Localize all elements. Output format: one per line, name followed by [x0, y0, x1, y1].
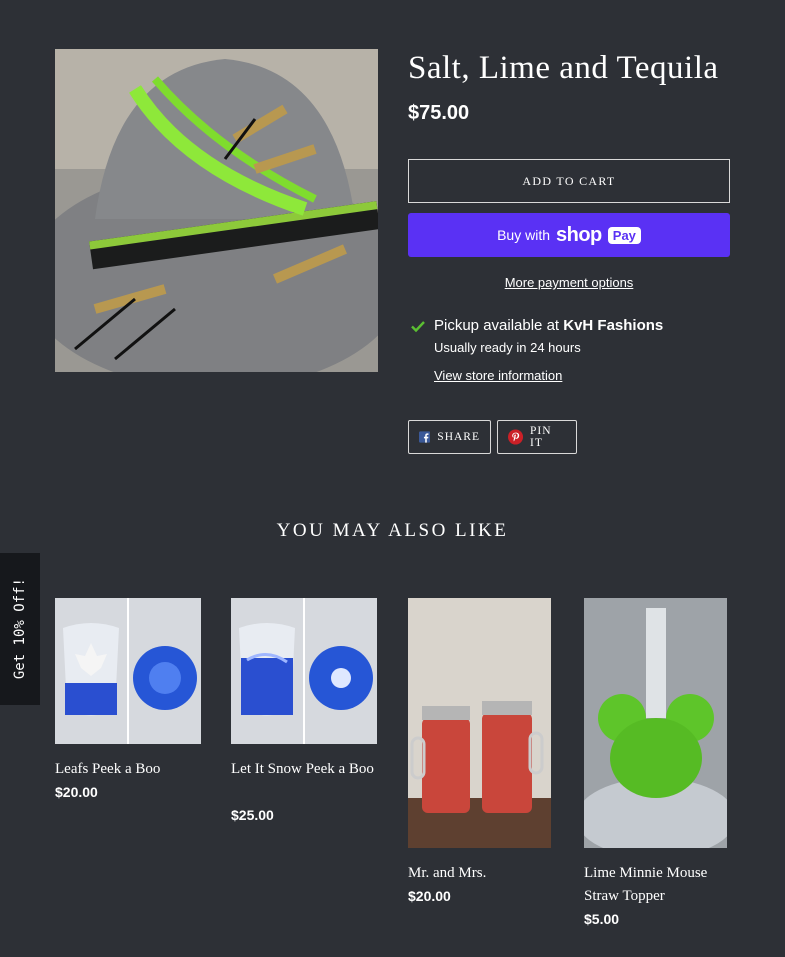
- related-product-card[interactable]: Mr. and Mrs. $20.00: [408, 598, 551, 913]
- product-name[interactable]: Let It Snow Peek a Boo: [231, 758, 377, 781]
- product-name[interactable]: Mr. and Mrs.: [408, 862, 551, 885]
- product-thumbnail[interactable]: [584, 598, 727, 848]
- related-product-card[interactable]: Leafs Peek a Boo $20.00: [55, 598, 201, 808]
- share-label: SHARE: [437, 431, 480, 443]
- product-thumbnail[interactable]: [231, 598, 377, 744]
- check-icon: [411, 321, 425, 333]
- pin-it-button[interactable]: PIN IT: [497, 420, 577, 454]
- product-title: Salt, Lime and Tequila: [408, 50, 719, 86]
- product-image[interactable]: [55, 49, 378, 372]
- pin-label: PIN IT: [530, 425, 552, 449]
- pickup-ready-time: Usually ready in 24 hours: [434, 340, 581, 355]
- facebook-icon: [419, 431, 431, 443]
- add-to-cart-button[interactable]: Add to cart: [408, 159, 730, 203]
- discount-promo-tab[interactable]: Get 10% Off!: [0, 553, 40, 705]
- pickup-store-name: KvH Fashions: [563, 317, 664, 334]
- product-price: $25.00: [231, 807, 274, 823]
- share-facebook-button[interactable]: SHARE: [408, 420, 491, 454]
- related-heading: YOU MAY ALSO LIKE: [276, 520, 509, 541]
- product-name[interactable]: Leafs Peek a Boo: [55, 758, 201, 781]
- product-thumbnail[interactable]: [55, 598, 201, 744]
- promo-label: Get 10% Off!: [12, 578, 28, 680]
- buy-with-label: Buy with: [497, 227, 550, 243]
- product-price: $20.00: [408, 888, 451, 904]
- pickup-text: Pickup available at KvH Fashions: [434, 317, 663, 334]
- product-thumbnail[interactable]: [408, 598, 551, 848]
- product-price: $75.00: [408, 102, 470, 124]
- pinterest-icon: [508, 429, 524, 445]
- related-product-card[interactable]: Let It Snow Peek a Boo $25.00: [231, 598, 377, 828]
- shop-logo: shop: [556, 223, 602, 246]
- view-store-info-link[interactable]: View store information: [434, 368, 562, 383]
- more-payment-options-link[interactable]: More payment options: [408, 275, 730, 290]
- product-price: $5.00: [584, 911, 620, 927]
- pickup-prefix: Pickup available at: [434, 317, 564, 334]
- shop-pay-button[interactable]: Buy with shop Pay: [408, 213, 730, 257]
- related-product-card[interactable]: Lime Minnie Mouse Straw Topper $5.00: [584, 598, 727, 933]
- product-price: $20.00: [55, 784, 98, 800]
- pay-badge: Pay: [607, 226, 641, 244]
- product-name[interactable]: Lime Minnie Mouse Straw Topper: [584, 862, 727, 908]
